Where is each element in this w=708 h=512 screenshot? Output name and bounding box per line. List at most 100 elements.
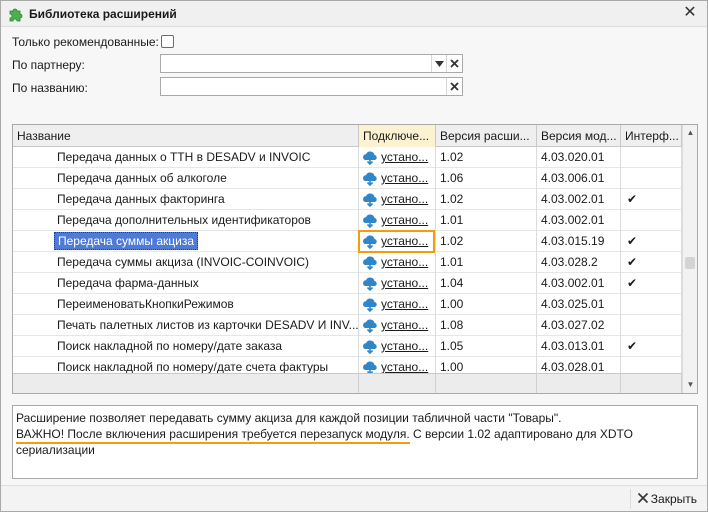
header-ext-version[interactable]: Версия расши... (436, 125, 537, 147)
cell-name: Печать палетных листов из карточки DESAD… (13, 315, 359, 336)
cell-plug[interactable]: устано... (359, 336, 436, 357)
cell-interface: ✔ (621, 252, 682, 273)
cell-ext-version: 1.06 (436, 168, 537, 189)
table-row[interactable]: Поиск накладной по номеру/дате заказа уст… (13, 336, 682, 357)
recommended-checkbox[interactable] (161, 35, 174, 48)
cell-interface (621, 294, 682, 315)
puzzle-icon (9, 8, 23, 22)
header-name[interactable]: Название (13, 125, 359, 147)
partner-combo[interactable] (160, 54, 463, 73)
scroll-down-icon[interactable]: ▼ (683, 377, 697, 393)
cell-plug[interactable]: устано... (359, 273, 436, 294)
selected-extension-name[interactable]: Передача суммы акциза (54, 232, 199, 250)
install-link[interactable]: устано... (381, 297, 428, 311)
description-line-1: Расширение позволяет передавать сумму ак… (16, 411, 562, 425)
table-row[interactable]: Передача данных об алкоголе устано... 1.06… (13, 168, 682, 189)
scroll-thumb[interactable] (685, 257, 695, 269)
cell-plug[interactable]: устано... (359, 189, 436, 210)
cell-plug[interactable]: устано... (359, 147, 436, 168)
cell-ext-version: 1.00 (436, 294, 537, 315)
cell-interface (621, 168, 682, 189)
cell-module-version: 4.03.028.2 (537, 252, 621, 273)
cell-ext-version: 1.01 (436, 252, 537, 273)
name-clear-button[interactable] (446, 78, 461, 95)
cell-name: Передача данных о ТТН в DESADV и INVOIC (13, 147, 359, 168)
cloud-download-icon (363, 214, 377, 228)
cell-interface (621, 210, 682, 231)
scroll-up-icon[interactable]: ▲ (683, 125, 697, 141)
table-header: Название Подключе... Версия расши... Вер… (13, 125, 682, 147)
table-row[interactable]: Передача данных о ТТН в DESADV и INVOIC у… (13, 147, 682, 168)
cloud-download-icon (363, 193, 377, 207)
cell-plug[interactable]: устано... (359, 231, 436, 252)
cloud-download-icon (363, 235, 377, 249)
cloud-download-icon (363, 340, 377, 354)
cell-interface (621, 315, 682, 336)
footer-cell (537, 374, 621, 393)
table-row[interactable]: Передача данных факторинга устано... 1.02 4… (13, 189, 682, 210)
extensions-library-window: Библиотека расширений ✕ Только рекомендо… (0, 0, 708, 512)
close-button-label: Закрыть (650, 492, 697, 506)
cell-module-version: 4.03.025.01 (537, 294, 621, 315)
cell-name: Передача суммы акциза (INVOIC-COINVOIC) (13, 252, 359, 273)
cell-module-version: 4.03.002.01 (537, 210, 621, 231)
header-interface[interactable]: Интерф... (621, 125, 682, 147)
partner-label: По партнеру: (12, 58, 85, 72)
table-row[interactable]: Передача дополнительных идентификаторов у… (13, 210, 682, 231)
cell-plug[interactable]: устано... (359, 252, 436, 273)
cell-interface: ✔ (621, 273, 682, 294)
install-link[interactable]: устано... (381, 150, 428, 164)
cell-module-version: 4.03.002.01 (537, 273, 621, 294)
extensions-table: Название Подключе... Версия расши... Вер… (12, 124, 698, 394)
table-row[interactable]: Передача суммы акциза (INVOIC-COINVOIC) у… (13, 252, 682, 273)
close-button[interactable]: Закрыть (629, 489, 701, 509)
install-link[interactable]: устано... (381, 360, 428, 374)
table-row[interactable]: Передача суммы акциза устано... 1.02 4.03.0… (13, 231, 682, 252)
name-filter-input[interactable] (160, 77, 463, 96)
cell-plug[interactable]: устано... (359, 315, 436, 336)
recommended-label: Только рекомендованные: (12, 35, 159, 49)
install-link[interactable]: устано... (381, 255, 428, 269)
close-window-icon[interactable]: ✕ (681, 4, 699, 22)
install-link[interactable]: устано... (381, 171, 428, 185)
cell-module-version: 4.03.006.01 (537, 168, 621, 189)
warning-underline (16, 442, 410, 444)
cloud-download-icon (363, 256, 377, 270)
table-row[interactable]: ПереименоватьКнопкиРежимов устано... 1.00 4… (13, 294, 682, 315)
install-link[interactable]: устано... (381, 213, 428, 227)
cell-plug[interactable]: устано... (359, 210, 436, 231)
description-warning: ВАЖНО! После включения расширения требуе… (16, 427, 410, 441)
cell-ext-version: 1.05 (436, 336, 537, 357)
description-panel: Расширение позволяет передавать сумму ак… (12, 405, 698, 479)
cell-ext-version: 1.04 (436, 273, 537, 294)
cloud-download-icon (363, 298, 377, 312)
cell-interface (621, 147, 682, 168)
install-link[interactable]: устано... (381, 234, 428, 248)
cell-module-version: 4.03.013.01 (537, 336, 621, 357)
chevron-down-icon (434, 60, 444, 67)
cell-ext-version: 1.01 (436, 210, 537, 231)
table-footer (13, 373, 682, 393)
cell-module-version: 4.03.002.01 (537, 189, 621, 210)
partner-dropdown-button[interactable] (431, 55, 446, 72)
cell-interface: ✔ (621, 189, 682, 210)
install-link[interactable]: устано... (381, 276, 428, 290)
name-filter-label: По названию: (12, 81, 88, 95)
cell-plug[interactable]: устано... (359, 294, 436, 315)
table-row[interactable]: Печать палетных листов из карточки DESAD… (13, 315, 682, 336)
cell-name: Передача фарма-данных (13, 273, 359, 294)
vertical-scrollbar[interactable]: ▲ ▼ (682, 125, 697, 393)
install-link[interactable]: устано... (381, 192, 428, 206)
cell-ext-version: 1.08 (436, 315, 537, 336)
table-row[interactable]: Передача фарма-данных устано... 1.04 4.03.0… (13, 273, 682, 294)
install-link[interactable]: устано... (381, 339, 428, 353)
footer-cell (621, 374, 682, 393)
cell-interface: ✔ (621, 231, 682, 252)
header-module-version[interactable]: Версия мод... (537, 125, 621, 147)
cell-name: Передача данных об алкоголе (13, 168, 359, 189)
install-link[interactable]: устано... (381, 318, 428, 332)
partner-clear-button[interactable] (446, 55, 461, 72)
header-plug[interactable]: Подключе... (359, 125, 436, 147)
cell-plug[interactable]: устано... (359, 168, 436, 189)
cell-module-version: 4.03.027.02 (537, 315, 621, 336)
